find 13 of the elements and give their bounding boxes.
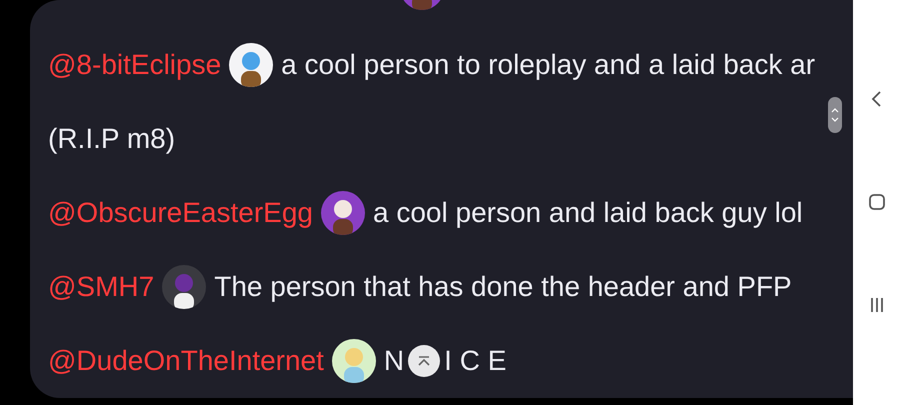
scrollbar-handle[interactable] xyxy=(828,97,842,133)
mention-text: The person that has done the header and PFP xyxy=(214,270,792,304)
mention-text: I C E xyxy=(444,344,506,378)
username-link[interactable]: @8-bitEclipse xyxy=(48,44,222,86)
username-link[interactable]: @SMH7 xyxy=(48,266,154,308)
mention-text: a cool person to roleplay and a laid back ar xyxy=(281,48,816,82)
comment-text: (R.I.P m8) xyxy=(48,122,176,156)
mention-text: a cool person and laid back guy lol xyxy=(373,196,803,230)
scroll-up-icon xyxy=(417,355,432,367)
username-link[interactable]: @ObscureEasterEgg xyxy=(48,192,313,234)
scroll-to-top-button[interactable] xyxy=(408,345,440,377)
mention-text: N xyxy=(384,344,404,378)
username-link[interactable]: @DudeOnTheInternet xyxy=(48,340,324,382)
